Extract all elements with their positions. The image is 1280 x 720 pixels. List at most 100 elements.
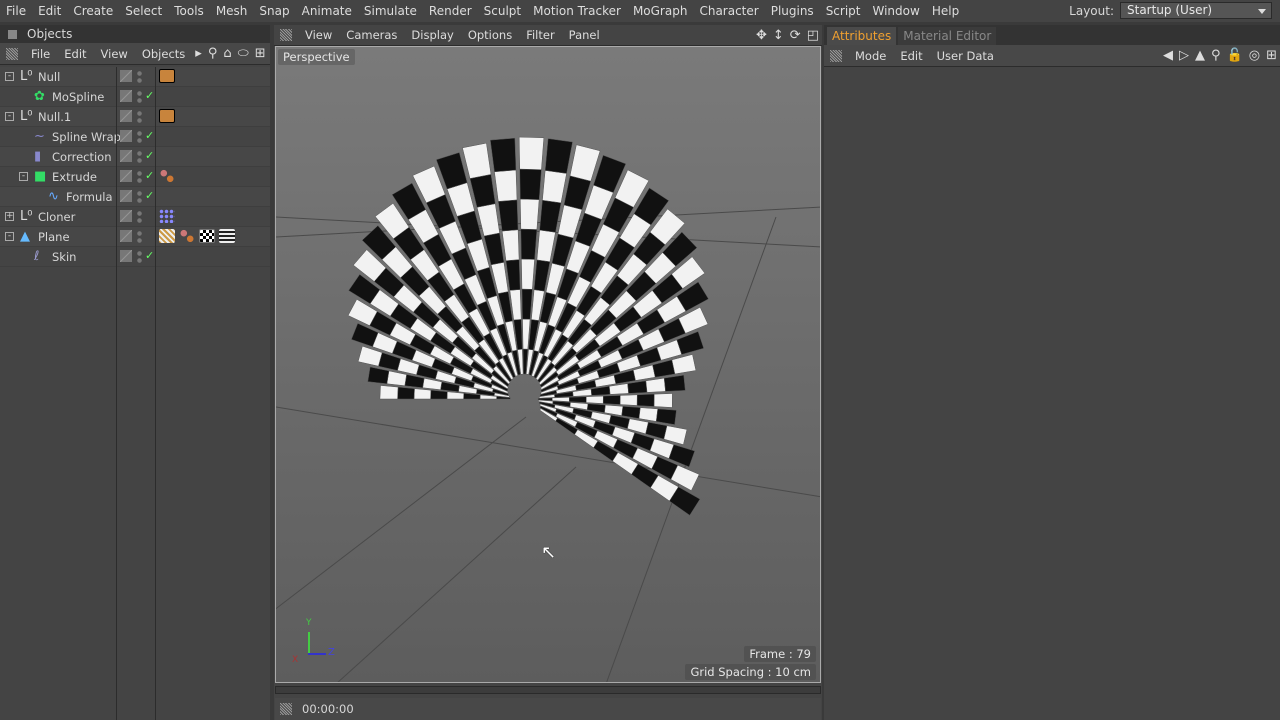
enabled-check-icon[interactable]: ✓ bbox=[145, 89, 154, 102]
panel-handle-icon[interactable] bbox=[8, 29, 17, 39]
object-name[interactable]: Plane bbox=[38, 230, 70, 244]
object-row-skin[interactable]: ℓ Skin ✓ bbox=[0, 247, 270, 267]
tab-attributes[interactable]: Attributes bbox=[827, 27, 897, 45]
viewport-menu-options[interactable]: Options bbox=[461, 28, 519, 42]
enabled-check-icon[interactable]: ✓ bbox=[145, 169, 154, 182]
stripe-material-tag-icon[interactable] bbox=[219, 229, 235, 243]
enabled-check-icon[interactable]: ✓ bbox=[145, 149, 154, 162]
layer-icon[interactable] bbox=[120, 210, 132, 222]
rotate-view-icon[interactable]: ⟳ bbox=[787, 28, 804, 43]
layer-icon[interactable] bbox=[120, 250, 132, 262]
enabled-check-icon[interactable]: ✓ bbox=[145, 249, 154, 262]
layer-icon[interactable] bbox=[120, 70, 132, 82]
attributes-menu-mode[interactable]: Mode bbox=[848, 49, 893, 63]
menu-animate[interactable]: Animate bbox=[296, 4, 358, 18]
enabled-check-icon[interactable]: ✓ bbox=[145, 129, 154, 142]
visibility-dots-icon[interactable] bbox=[137, 150, 142, 164]
menu-window[interactable]: Window bbox=[867, 4, 926, 18]
menu-character[interactable]: Character bbox=[693, 4, 764, 18]
visibility-dots-icon[interactable] bbox=[137, 230, 142, 244]
menu-snap[interactable]: Snap bbox=[253, 4, 295, 18]
object-row-correction[interactable]: ▮ Correction ✓ bbox=[0, 147, 270, 167]
home-icon[interactable]: ⌂ bbox=[220, 46, 234, 61]
viewport-menu-filter[interactable]: Filter bbox=[519, 28, 561, 42]
attributes-menu-edit[interactable]: Edit bbox=[893, 49, 929, 63]
menu-script[interactable]: Script bbox=[820, 4, 867, 18]
object-name[interactable]: Extrude bbox=[52, 170, 97, 184]
collapse-icon[interactable]: - bbox=[5, 72, 14, 81]
visibility-dots-icon[interactable] bbox=[137, 170, 142, 184]
layout-dropdown[interactable]: Startup (User) bbox=[1120, 2, 1272, 19]
visibility-dots-icon[interactable] bbox=[137, 90, 142, 104]
eye-icon[interactable]: ⬭ bbox=[235, 46, 252, 61]
menu-help[interactable]: Help bbox=[926, 4, 965, 18]
visibility-dots-icon[interactable] bbox=[137, 250, 142, 264]
phong-tag-icon[interactable] bbox=[159, 169, 175, 183]
checker-material-tag-icon[interactable] bbox=[199, 229, 215, 243]
menu-edit[interactable]: Edit bbox=[32, 4, 67, 18]
visibility-dots-icon[interactable] bbox=[137, 110, 142, 124]
new-panel-icon[interactable]: ⊞ bbox=[252, 46, 269, 61]
menu-render[interactable]: Render bbox=[423, 4, 478, 18]
panel-resize-handle[interactable] bbox=[275, 686, 821, 694]
toggle-views-icon[interactable]: ◰ bbox=[804, 28, 822, 43]
menu-simulate[interactable]: Simulate bbox=[358, 4, 423, 18]
menu-create[interactable]: Create bbox=[67, 4, 119, 18]
menu-plugins[interactable]: Plugins bbox=[765, 4, 820, 18]
visibility-dots-icon[interactable] bbox=[137, 210, 142, 224]
tab-material-editor[interactable]: Material Editor bbox=[898, 27, 997, 45]
display-tag-icon[interactable] bbox=[159, 69, 175, 83]
camera-label[interactable]: Perspective bbox=[278, 49, 355, 65]
object-row-extrude[interactable]: - ■ Extrude ✓ bbox=[0, 167, 270, 187]
menu-select[interactable]: Select bbox=[119, 4, 168, 18]
layer-icon[interactable] bbox=[120, 190, 132, 202]
object-name[interactable]: MoSpline bbox=[52, 90, 104, 104]
object-name[interactable]: Formula bbox=[66, 190, 113, 204]
visibility-dots-icon[interactable] bbox=[137, 130, 142, 144]
more-arrow-icon[interactable]: ▸ bbox=[192, 46, 205, 61]
menu-tools[interactable]: Tools bbox=[168, 4, 210, 18]
enabled-check-icon[interactable]: ✓ bbox=[145, 189, 154, 202]
layer-icon[interactable] bbox=[120, 170, 132, 182]
objects-menu-view[interactable]: View bbox=[94, 47, 135, 61]
move-view-icon[interactable]: ✥ bbox=[753, 28, 770, 43]
object-row-null[interactable]: - L⁰ Null bbox=[0, 67, 270, 87]
object-name[interactable]: Null bbox=[38, 70, 60, 84]
menu-mesh[interactable]: Mesh bbox=[210, 4, 254, 18]
object-row-formula[interactable]: ∿ Formula ✓ bbox=[0, 187, 270, 207]
collapse-icon[interactable]: - bbox=[5, 112, 14, 121]
object-row-cloner[interactable]: + L⁰ Cloner bbox=[0, 207, 270, 227]
search-icon[interactable]: ⚲ bbox=[205, 46, 221, 61]
menu-mograph[interactable]: MoGraph bbox=[627, 4, 694, 18]
object-row-mospline[interactable]: ✿ MoSpline ✓ bbox=[0, 87, 270, 107]
object-row-spline-wrap[interactable]: ~ Spline Wrap ✓ bbox=[0, 127, 270, 147]
object-name[interactable]: Spline Wrap bbox=[52, 130, 121, 144]
object-row-plane[interactable]: - ▲ Plane bbox=[0, 227, 270, 247]
layer-icon[interactable] bbox=[120, 90, 132, 102]
object-name[interactable]: Cloner bbox=[38, 210, 75, 224]
target-icon[interactable]: ◎ bbox=[1246, 48, 1263, 63]
forward-icon[interactable]: ▷ bbox=[1176, 48, 1192, 63]
phong-tag-icon[interactable] bbox=[179, 229, 195, 243]
layer-icon[interactable] bbox=[120, 150, 132, 162]
menu-sculpt[interactable]: Sculpt bbox=[478, 4, 527, 18]
collapse-icon[interactable]: - bbox=[5, 232, 14, 241]
new-panel-icon[interactable]: ⊞ bbox=[1263, 48, 1280, 63]
layer-icon[interactable] bbox=[120, 230, 132, 242]
layer-icon[interactable] bbox=[120, 110, 132, 122]
viewport-menu-display[interactable]: Display bbox=[404, 28, 460, 42]
up-icon[interactable]: ▲ bbox=[1192, 48, 1208, 63]
object-row-null-1[interactable]: - L⁰ Null.1 bbox=[0, 107, 270, 127]
viewport-menu-panel[interactable]: Panel bbox=[562, 28, 607, 42]
attributes-menu-user-data[interactable]: User Data bbox=[930, 49, 1001, 63]
objects-menu-objects[interactable]: Objects bbox=[135, 47, 192, 61]
expand-icon[interactable]: + bbox=[5, 212, 14, 221]
object-name[interactable]: Correction bbox=[52, 150, 112, 164]
visibility-dots-icon[interactable] bbox=[137, 70, 142, 84]
object-name[interactable]: Skin bbox=[52, 250, 76, 264]
viewport-menu-cameras[interactable]: Cameras bbox=[339, 28, 404, 42]
display-tag-icon[interactable] bbox=[159, 109, 175, 123]
search-icon[interactable]: ⚲ bbox=[1208, 48, 1224, 63]
zoom-view-icon[interactable]: ↕ bbox=[770, 28, 787, 43]
layer-icon[interactable] bbox=[120, 130, 132, 142]
